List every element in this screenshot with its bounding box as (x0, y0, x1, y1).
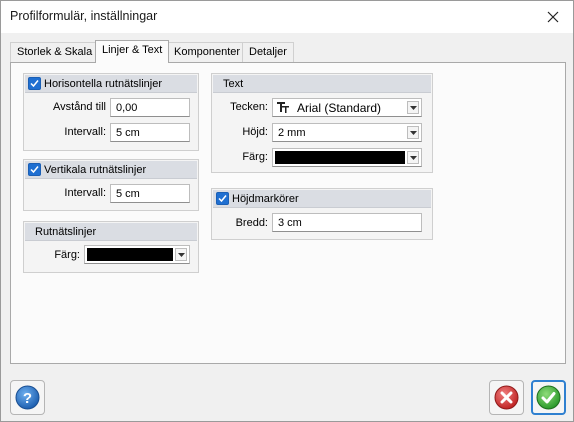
ok-icon (536, 385, 561, 410)
text-group: Text Tecken: Arial (Standard) Höjd: 2 mm (211, 73, 433, 173)
tab-komponenter[interactable]: Komponenter (167, 42, 248, 62)
checkmark-icon (30, 166, 39, 174)
text-color-picker[interactable] (272, 148, 422, 167)
tab-label: Storlek & Skala (17, 46, 93, 58)
svg-text:?: ? (23, 390, 32, 407)
horizontal-grid-title: Horisontella rutnätslinjer (44, 78, 162, 90)
width-label: Bredd: (235, 217, 268, 229)
horizontal-grid-checkbox[interactable] (28, 77, 41, 90)
distance-label: Avstånd till (53, 101, 106, 113)
horizontal-interval-field[interactable]: 5 cm (110, 123, 190, 142)
tab-storlek-skala[interactable]: Storlek & Skala (10, 42, 100, 62)
text-title: Text (223, 78, 244, 90)
font-value: Arial (Standard) (297, 101, 382, 115)
help-button[interactable]: ? (10, 380, 45, 415)
grid-color-label: Färg: (54, 249, 80, 261)
grid-lines-title: Rutnätslinjer (35, 226, 97, 238)
text-height-label: Höjd: (242, 126, 268, 138)
window-title: Profilformulär, inställningar (10, 9, 158, 23)
close-icon (547, 11, 559, 23)
grid-lines-header: Rutnätslinjer (25, 223, 197, 241)
horizontal-interval-label: Intervall: (64, 126, 106, 138)
tab-label: Detaljer (249, 46, 287, 58)
checkmark-icon (218, 195, 227, 203)
chevron-down-icon (407, 126, 419, 139)
width-field[interactable]: 3 cm (272, 213, 422, 232)
height-markers-header: Höjdmarkörer (213, 190, 431, 208)
horizontal-grid-header: Horisontella rutnätslinjer (25, 75, 197, 93)
truetype-font-icon (277, 102, 289, 113)
vertical-interval-label: Intervall: (64, 187, 106, 199)
distance-field[interactable]: 0,00 (110, 98, 190, 117)
chevron-down-icon (407, 101, 419, 114)
text-header: Text (213, 75, 431, 93)
height-markers-group: Höjdmarkörer Bredd: 3 cm (211, 188, 433, 240)
horizontal-grid-group: Horisontella rutnätslinjer Avstånd till … (23, 73, 199, 151)
chevron-down-icon (175, 248, 187, 261)
tab-panel-linjer-text: Horisontella rutnätslinjer Avstånd till … (10, 62, 566, 364)
ok-button[interactable] (531, 380, 566, 415)
grid-color-picker[interactable] (84, 245, 190, 264)
title-bar: Profilformulär, inställningar (1, 1, 573, 33)
chevron-down-icon (407, 151, 419, 164)
tab-label: Linjer & Text (102, 44, 163, 56)
height-markers-checkbox[interactable] (216, 192, 229, 205)
text-height-select[interactable]: 2 mm (272, 123, 422, 142)
text-height-value: 2 mm (278, 127, 306, 139)
height-markers-title: Höjdmarkörer (232, 193, 299, 205)
font-select[interactable]: Arial (Standard) (272, 98, 422, 117)
grid-lines-group: Rutnätslinjer Färg: (23, 221, 199, 273)
grid-color-swatch (87, 248, 173, 261)
help-icon: ? (15, 385, 40, 410)
vertical-grid-checkbox[interactable] (28, 163, 41, 176)
tab-detaljer[interactable]: Detaljer (242, 42, 294, 62)
font-label: Tecken: (230, 101, 268, 113)
vertical-grid-group: Vertikala rutnätslinjer Intervall: 5 cm (23, 159, 199, 211)
tab-linjer-text[interactable]: Linjer & Text (95, 40, 170, 63)
dialog-window: Profilformulär, inställningar Storlek & … (0, 0, 574, 422)
vertical-grid-title: Vertikala rutnätslinjer (44, 164, 147, 176)
cancel-icon (494, 385, 519, 410)
checkmark-icon (30, 80, 39, 88)
text-color-label: Färg: (242, 151, 268, 163)
vertical-grid-header: Vertikala rutnätslinjer (25, 161, 197, 179)
cancel-button[interactable] (489, 380, 524, 415)
close-button[interactable] (533, 1, 573, 33)
tab-label: Komponenter (174, 46, 241, 58)
vertical-interval-field[interactable]: 5 cm (110, 184, 190, 203)
text-color-swatch (275, 151, 405, 164)
